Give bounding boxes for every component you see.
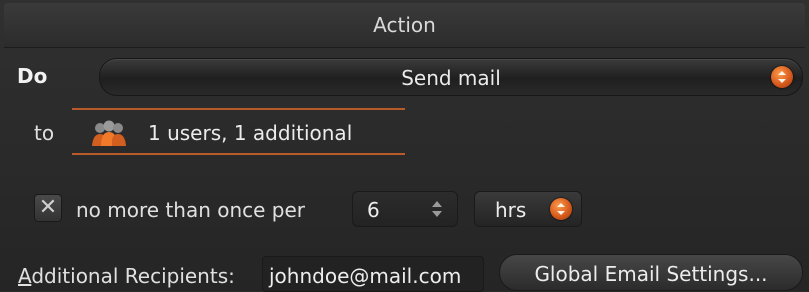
mnemonic-letter: A	[18, 264, 32, 288]
dropdown-arrows-icon[interactable]	[771, 66, 793, 88]
global-email-settings-label: Global Email Settings...	[534, 262, 768, 286]
action-panel: Action Do Send mail to 1 users, 1 additi…	[0, 0, 809, 292]
additional-recipients-value: johndoe@mail.com	[269, 264, 462, 288]
panel-title: Action	[373, 13, 436, 37]
additional-recipients-label-text: dditional Recipients:	[31, 264, 235, 288]
additional-recipients-input[interactable]: johndoe@mail.com	[262, 256, 484, 292]
spin-arrows-icon[interactable]	[431, 200, 443, 222]
action-type-select[interactable]: Send mail	[99, 58, 803, 96]
interval-spinbox[interactable]: 6	[352, 191, 458, 227]
interval-unit-value: hrs	[495, 198, 527, 222]
interval-value: 6	[367, 198, 380, 222]
checkbox-x-icon: ✕	[38, 195, 58, 220]
global-email-settings-button[interactable]: Global Email Settings...	[499, 254, 803, 291]
recipients-field[interactable]: 1 users, 1 additional	[72, 108, 405, 155]
action-type-value: Send mail	[401, 66, 501, 90]
throttle-label: no more than once per	[76, 198, 306, 222]
do-label: Do	[17, 64, 48, 88]
dropdown-arrows-icon[interactable]	[550, 198, 572, 220]
panel-header: Action	[4, 3, 805, 48]
additional-recipients-label: Additional Recipients:	[18, 264, 235, 288]
users-icon	[90, 118, 128, 152]
throttle-checkbox[interactable]: ✕	[34, 194, 62, 222]
to-label: to	[34, 121, 55, 145]
recipients-summary: 1 users, 1 additional	[148, 121, 353, 145]
interval-unit-select[interactable]: hrs	[474, 191, 582, 227]
